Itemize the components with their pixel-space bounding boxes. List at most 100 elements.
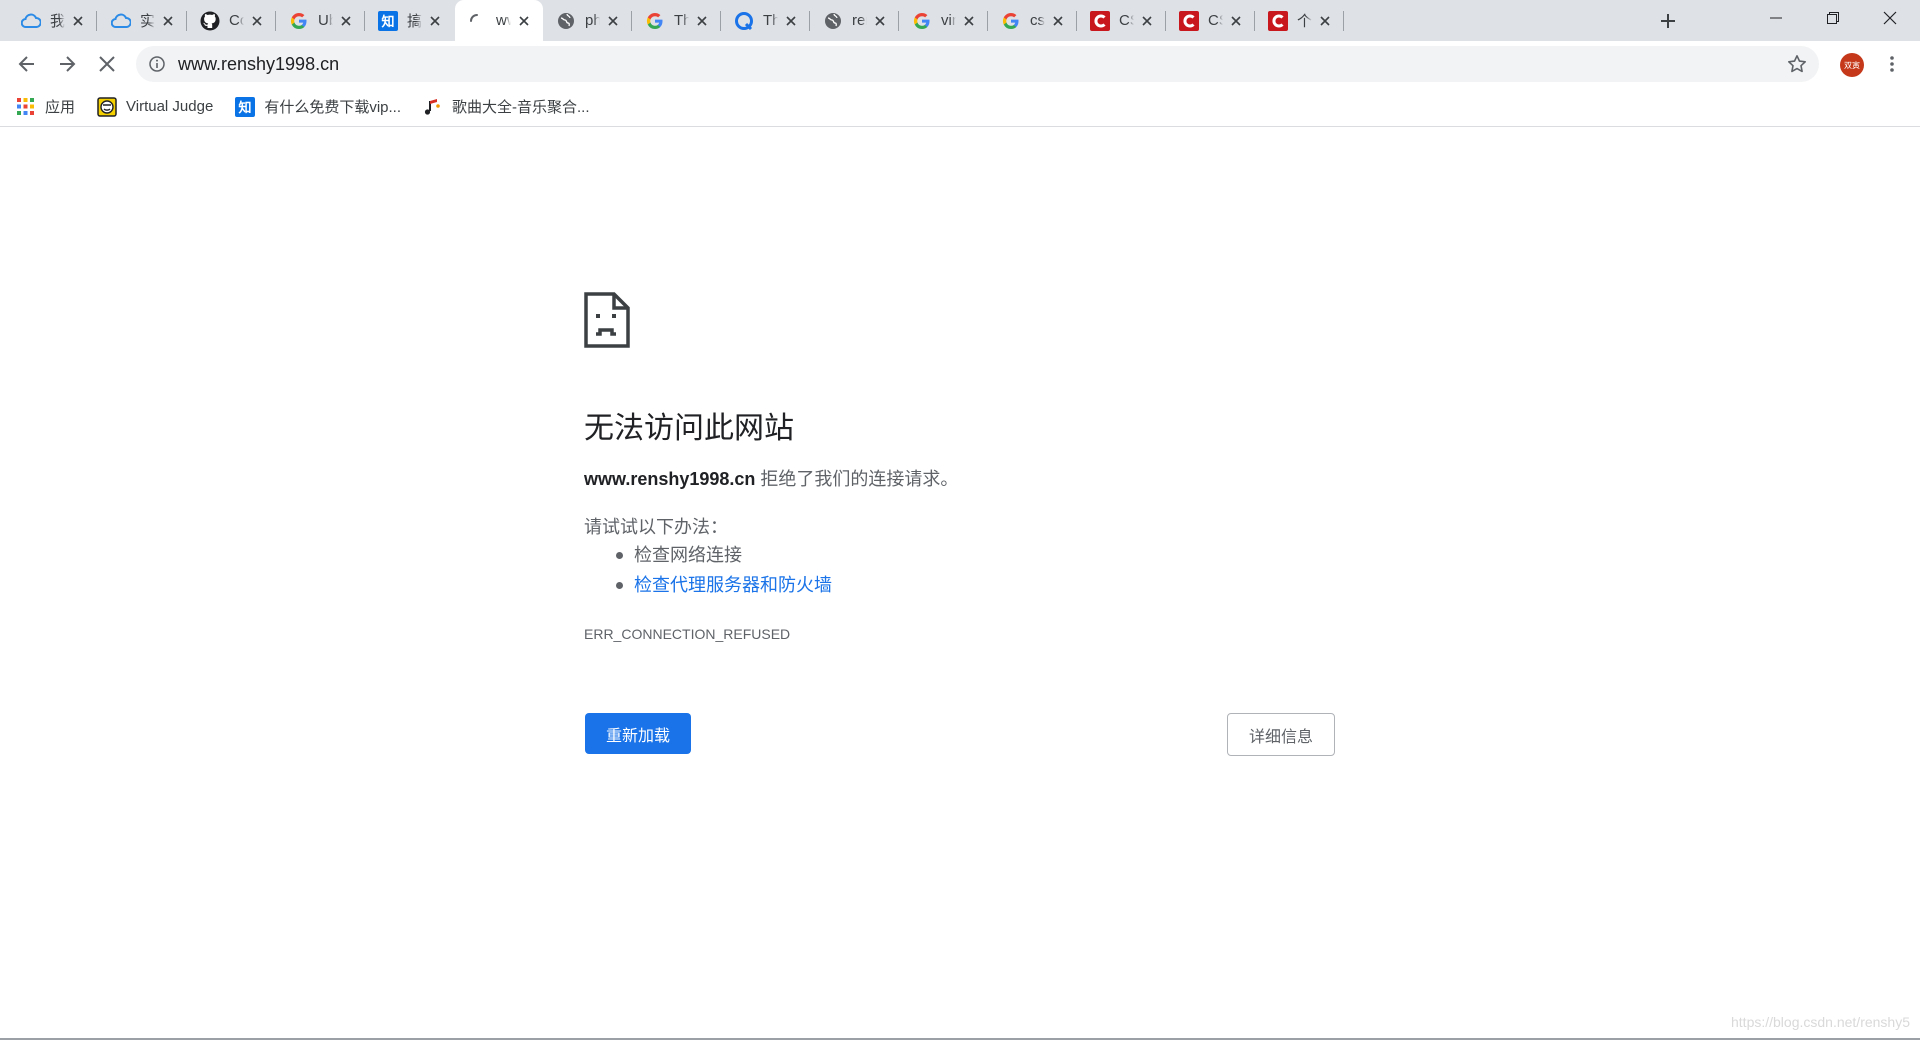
tab-close-button[interactable]	[159, 12, 177, 30]
google-icon	[912, 11, 932, 31]
suggestion-link[interactable]: 检查代理服务器和防火墙	[584, 570, 832, 600]
arrow-left-icon	[18, 56, 34, 72]
more-vertical-icon	[1890, 56, 1894, 72]
google-icon	[1001, 11, 1021, 31]
suggestion-item: 检查网络连接	[584, 540, 832, 570]
tab-title: 个人	[1297, 13, 1312, 30]
tab-close-button[interactable]	[426, 12, 444, 30]
tab-separator	[987, 11, 988, 31]
tab-close-button[interactable]	[248, 12, 266, 30]
bookmark-4[interactable]: 歌曲大全-音乐聚合...	[423, 93, 590, 121]
tab-separator	[631, 11, 632, 31]
tab-close-button[interactable]	[782, 12, 800, 30]
tab-13[interactable]: CSD	[1078, 0, 1166, 41]
tab-4[interactable]: Ubu	[277, 0, 365, 41]
tab-title: Con	[229, 12, 244, 29]
bookmark-2[interactable]: Virtual Judge	[97, 93, 213, 121]
tab-7[interactable]: php	[544, 0, 632, 41]
forward-button[interactable]	[51, 48, 83, 80]
blue-q-icon	[734, 11, 754, 31]
bookmark-label: 有什么免费下载vip...	[264, 99, 401, 116]
tab-3[interactable]: Con	[188, 0, 276, 41]
tab-15[interactable]: 个人	[1256, 0, 1344, 41]
stop-loading-button[interactable]	[91, 48, 123, 80]
restore-button[interactable]	[1805, 0, 1861, 36]
globe-icon	[556, 11, 576, 31]
tab-close-button[interactable]	[1227, 12, 1245, 30]
tab-9[interactable]: The	[722, 0, 810, 41]
tab-title: php	[585, 12, 600, 29]
tab-close-button[interactable]	[69, 12, 87, 30]
tab-separator	[96, 11, 97, 31]
tab-14[interactable]: CSD	[1167, 0, 1255, 41]
toolbar: www.renshy1998.cn 双寅	[0, 41, 1920, 87]
tab-title: The	[763, 12, 778, 29]
bookmark-3[interactable]: 知有什么免费下载vip...	[235, 93, 401, 121]
bookmark-star-icon[interactable]	[1787, 54, 1807, 74]
tab-close-button[interactable]	[1138, 12, 1156, 30]
tab-title: www	[496, 12, 511, 29]
bookmarks-bar: 应用 Virtual Judge 知有什么免费下载vip... 歌曲大全-音乐聚合..…	[0, 87, 1920, 127]
cloud-icon	[111, 11, 131, 31]
menu-button[interactable]	[1876, 48, 1908, 80]
tab-title: rens	[852, 12, 867, 29]
csdn-icon	[1090, 10, 1110, 31]
tab-12[interactable]: csdr	[989, 0, 1077, 41]
tab-separator	[720, 11, 721, 31]
error-description-text: 拒绝了我们的连接请求。	[755, 469, 959, 489]
minimize-button[interactable]	[1748, 0, 1804, 36]
bookmark-label: 歌曲大全-音乐聚合...	[452, 99, 590, 116]
tab-separator	[275, 11, 276, 31]
apps-grid-icon	[16, 97, 36, 117]
tab-close-button[interactable]	[1316, 12, 1334, 30]
zhihu-icon: 知	[235, 96, 256, 117]
tab-close-button[interactable]	[960, 12, 978, 30]
tab-title: csdr	[1030, 12, 1045, 29]
url-text[interactable]: www.renshy1998.cn	[178, 54, 339, 75]
tab-10[interactable]: rens	[811, 0, 899, 41]
tab-11[interactable]: vim	[900, 0, 988, 41]
tab-close-button[interactable]	[1049, 12, 1067, 30]
tab-close-button[interactable]	[871, 12, 889, 30]
close-icon	[1883, 11, 1897, 25]
restore-icon	[1827, 12, 1839, 24]
svg-text:知: 知	[239, 100, 252, 116]
info-icon[interactable]	[148, 55, 166, 73]
close-window-button[interactable]	[1862, 0, 1918, 36]
tab-separator	[364, 11, 365, 31]
google-icon	[289, 11, 309, 31]
tab-close-button[interactable]	[604, 12, 622, 30]
address-bar[interactable]: www.renshy1998.cn	[136, 46, 1819, 82]
suggestions-label: 请试试以下办法：	[584, 517, 728, 537]
tab-close-button[interactable]	[693, 12, 711, 30]
suggestions-list: 检查网络连接 检查代理服务器和防火墙	[584, 540, 832, 600]
tab-separator	[1343, 11, 1344, 31]
loading-spinner-icon	[467, 11, 487, 31]
reload-button[interactable]: 重新加载	[585, 713, 691, 754]
tab-2[interactable]: 实例	[99, 0, 187, 41]
back-button[interactable]	[11, 48, 43, 80]
tab-separator	[809, 11, 810, 31]
github-icon	[200, 11, 220, 31]
tab-title: CSD	[1119, 12, 1134, 29]
tab-6[interactable]: www	[455, 0, 543, 41]
tab-close-button[interactable]	[515, 12, 533, 30]
google-icon	[645, 11, 665, 31]
tab-8[interactable]: The	[633, 0, 721, 41]
profile-avatar[interactable]: 双寅	[1840, 53, 1864, 77]
tab-separator	[1254, 11, 1255, 31]
error-page: 无法访问此网站 www.renshy1998.cn 拒绝了我们的连接请求。 请试…	[0, 128, 1920, 1040]
bookmark-1[interactable]: 应用	[16, 93, 75, 121]
new-tab-button[interactable]	[1656, 9, 1680, 33]
tab-separator	[1076, 11, 1077, 31]
tab-close-button[interactable]	[337, 12, 355, 30]
virtual-judge-icon	[97, 96, 117, 117]
tab-strip: 我的 实例 Con Ubu 知搞一 www php The The rens vim csdr CSD C…	[0, 0, 1920, 41]
error-title: 无法访问此网站	[584, 412, 794, 445]
zhihu-icon: 知	[378, 10, 398, 31]
tab-title: 搞一	[407, 13, 422, 30]
tab-5[interactable]: 知搞一	[366, 0, 454, 41]
details-button[interactable]: 详细信息	[1227, 713, 1335, 756]
tab-title: 我的	[50, 13, 65, 30]
tab-1[interactable]: 我的	[9, 0, 97, 41]
